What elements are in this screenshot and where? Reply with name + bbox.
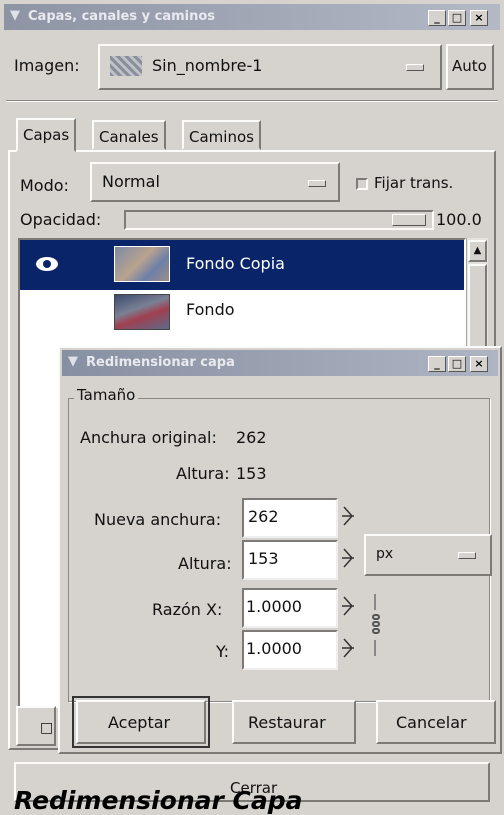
mode-dropdown[interactable]: Normal <box>90 162 340 202</box>
tab-caminos-label: Caminos <box>189 128 254 146</box>
eye-icon[interactable] <box>36 257 58 271</box>
window-menu-icon[interactable]: ▼ <box>68 354 78 369</box>
tab-capas[interactable]: Capas <box>16 118 77 152</box>
original-height-value: 153 <box>236 464 267 483</box>
reset-button-label: Restaurar <box>248 713 326 732</box>
auto-button-label: Auto <box>452 57 487 75</box>
mode-dropdown-value: Normal <box>102 172 160 191</box>
maximize-button[interactable]: □ <box>448 10 466 26</box>
ratio-y-input-value: 1.0000 <box>246 639 302 658</box>
caption: Redimensionar Capa <box>14 786 303 815</box>
unit-dropdown-value: px <box>376 546 394 562</box>
image-label: Imagen: <box>14 56 80 75</box>
opacity-slider-handle[interactable] <box>392 214 426 226</box>
reset-button[interactable]: Restaurar <box>232 700 356 744</box>
mode-label: Modo: <box>20 176 69 195</box>
ok-button[interactable]: Aceptar <box>76 700 206 744</box>
opacity-slider[interactable] <box>124 210 434 230</box>
original-width-value: 262 <box>236 428 267 447</box>
ratio-x-label: Razón X: <box>152 600 223 619</box>
layer-thumbnail <box>114 246 170 282</box>
maximize-button[interactable]: □ <box>448 356 466 372</box>
close-window-button[interactable]: × <box>470 356 488 372</box>
resize-layer-dialog: ▼ Redimensionar capa _ □ × Tamaño Anchur… <box>58 346 502 754</box>
opacity-value: 100.0 <box>436 210 482 229</box>
original-width-label: Anchura original: <box>80 428 217 447</box>
checkbox-box <box>356 178 368 190</box>
ratio-y-input[interactable]: 1.0000 <box>242 630 338 670</box>
new-width-input[interactable]: 262 <box>242 498 338 538</box>
chain-spin-arrow-icon[interactable] <box>342 504 356 528</box>
tab-canales-label: Canales <box>99 128 159 146</box>
cancel-button[interactable]: Cancelar <box>376 700 496 744</box>
minimize-button[interactable]: _ <box>428 10 446 26</box>
dialog-title: Redimensionar capa <box>86 355 235 370</box>
ratio-x-input-value: 1.0000 <box>246 597 302 616</box>
new-layer-icon: □ <box>40 720 54 736</box>
opacity-label: Opacidad: <box>20 210 102 229</box>
keep-trans-label: Fijar trans. <box>374 174 454 192</box>
new-height-input[interactable]: 153 <box>242 540 338 580</box>
layer-thumbnail <box>114 294 170 330</box>
tab-canales[interactable]: Canales <box>92 120 166 150</box>
ratio-y-label: Y: <box>216 642 230 661</box>
spin-arrow-icon[interactable] <box>342 594 356 618</box>
image-thumbnail-icon <box>110 56 142 76</box>
chevron-down-icon <box>458 552 476 559</box>
ok-button-label: Aceptar <box>108 713 171 732</box>
chain-link-icon[interactable] <box>372 594 384 660</box>
spin-arrow-icon[interactable] <box>342 546 356 570</box>
layer-name: Fondo Copia <box>186 254 285 273</box>
tab-caminos[interactable]: Caminos <box>182 120 261 150</box>
new-width-label: Nueva anchura: <box>94 510 222 529</box>
main-window-title: Capas, canales y caminos <box>28 9 216 24</box>
tab-capas-label: Capas <box>23 126 70 144</box>
new-width-input-value: 262 <box>248 507 279 526</box>
new-height-label: Altura: <box>178 554 232 573</box>
size-group-label: Tamaño <box>74 386 139 404</box>
dialog-titlebar[interactable]: ▼ Redimensionar capa _ □ × <box>62 350 498 376</box>
new-height-input-value: 153 <box>248 549 279 568</box>
new-layer-button[interactable]: □ <box>16 706 56 746</box>
auto-button[interactable]: Auto <box>446 44 494 90</box>
main-window-titlebar[interactable]: ▼ Capas, canales y caminos _ □ × <box>4 4 500 30</box>
keep-trans-checkbox[interactable]: Fijar trans. <box>354 172 494 196</box>
chevron-down-icon <box>406 64 424 71</box>
close-window-button[interactable]: × <box>470 10 488 26</box>
layer-row-fondo-copia[interactable]: Fondo Copia <box>20 240 464 290</box>
image-selector-value: Sin_nombre-1 <box>152 56 263 75</box>
chevron-down-icon <box>308 180 326 187</box>
separator <box>6 100 498 102</box>
minimize-button[interactable]: _ <box>428 356 446 372</box>
scroll-up-arrow[interactable]: ▲ <box>468 240 487 262</box>
original-height-label: Altura: <box>176 464 230 483</box>
layer-name: Fondo <box>186 300 235 319</box>
cancel-button-label: Cancelar <box>396 713 467 732</box>
window-menu-icon[interactable]: ▼ <box>10 8 20 23</box>
unit-dropdown[interactable]: px <box>364 534 492 576</box>
image-selector[interactable]: Sin_nombre-1 <box>98 44 442 90</box>
spin-arrow-icon[interactable] <box>342 636 356 660</box>
ratio-x-input[interactable]: 1.0000 <box>242 588 338 628</box>
layer-row-fondo[interactable]: Fondo <box>20 290 464 334</box>
